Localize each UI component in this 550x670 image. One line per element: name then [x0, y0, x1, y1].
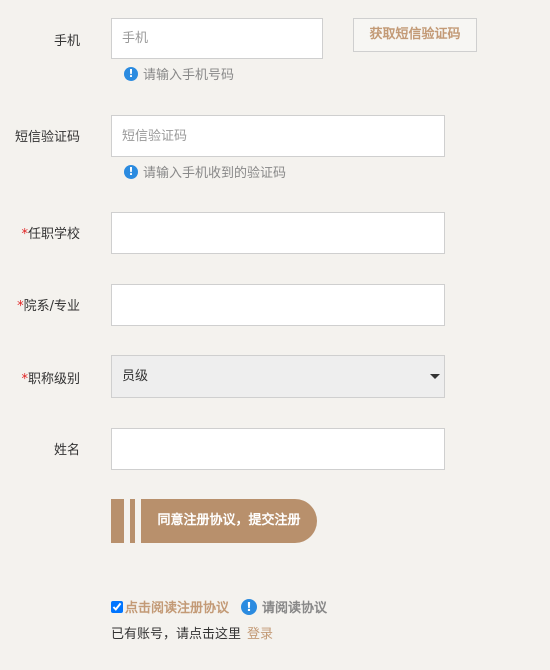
- login-row: 已有账号，请点击这里 登录: [111, 623, 273, 642]
- sms-code-label: 短信验证码: [14, 130, 80, 145]
- phone-hint: ! 请输入手机号码: [124, 64, 234, 83]
- login-link[interactable]: 登录: [247, 627, 273, 642]
- title-level-label: *职称级别: [21, 372, 80, 387]
- phone-hint-text: 请输入手机号码: [143, 68, 235, 83]
- read-agreement-link[interactable]: ! 请阅读协议: [241, 597, 327, 616]
- info-icon: !: [124, 164, 138, 179]
- department-label: *院系/专业: [17, 299, 80, 314]
- agreement-label[interactable]: 点击阅读注册协议: [125, 597, 229, 616]
- name-label: 姓名: [53, 443, 80, 458]
- chevron-down-icon: [430, 374, 440, 379]
- title-level-selected: 员级: [122, 369, 149, 384]
- login-prompt: 已有账号，请点击这里: [111, 627, 242, 642]
- title-level-select[interactable]: 员级: [111, 355, 445, 398]
- sms-code-hint: ! 请输入手机收到的验证码: [124, 162, 286, 181]
- get-sms-code-button[interactable]: 获取短信验证码: [353, 18, 477, 52]
- school-label: *任职学校: [21, 227, 80, 242]
- department-input[interactable]: [111, 284, 445, 326]
- sms-code-input[interactable]: [111, 115, 445, 157]
- name-input[interactable]: [111, 428, 445, 470]
- decorative-bar: [111, 499, 124, 543]
- sms-code-hint-text: 请输入手机收到的验证码: [143, 166, 287, 181]
- submit-button[interactable]: 同意注册协议，提交注册: [141, 499, 317, 543]
- decorative-bar: [130, 499, 135, 543]
- agreement-checkbox[interactable]: [111, 600, 123, 613]
- phone-label: 手机: [53, 34, 80, 49]
- agreement-row: 点击阅读注册协议 ! 请阅读协议: [111, 597, 327, 616]
- phone-input[interactable]: [111, 18, 323, 59]
- info-icon: !: [241, 598, 258, 615]
- info-icon: !: [124, 66, 138, 81]
- submit-group: 同意注册协议，提交注册: [111, 499, 321, 543]
- school-input[interactable]: [111, 212, 445, 254]
- read-agreement-text: 请阅读协议: [262, 601, 328, 616]
